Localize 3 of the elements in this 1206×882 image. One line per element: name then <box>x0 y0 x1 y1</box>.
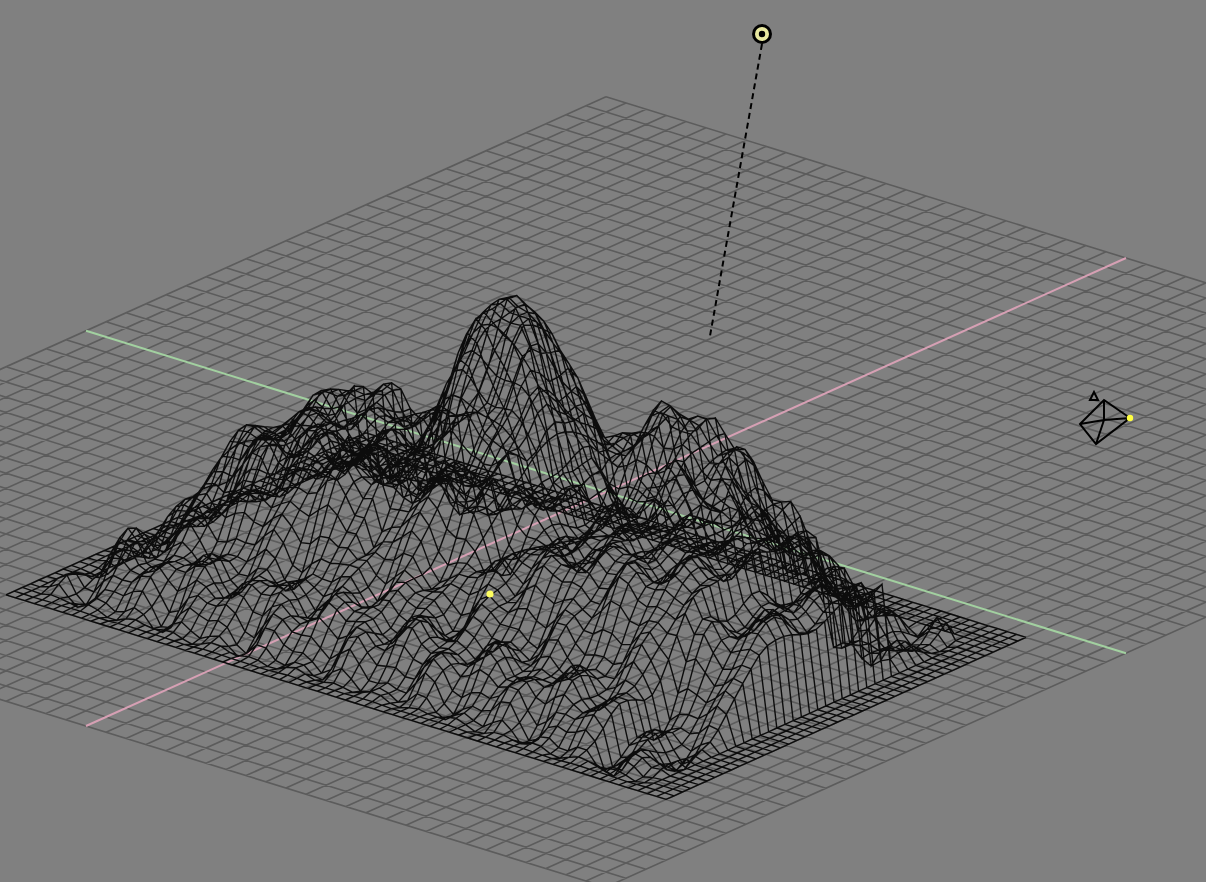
camera-icon[interactable] <box>1079 389 1134 445</box>
lamp-icon[interactable] <box>752 24 772 44</box>
origin-dot <box>486 590 494 598</box>
